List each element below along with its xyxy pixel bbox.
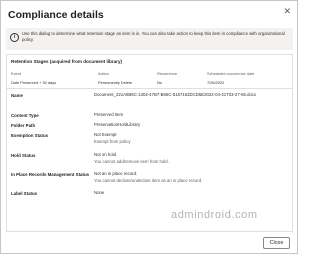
dialog-title: Compliance details bbox=[8, 9, 104, 21]
action-cell: Permanently Delete bbox=[98, 80, 133, 85]
hold-status-note: You cannot add/remove item from hold. bbox=[94, 159, 169, 164]
records-management-status-note: You cannot declare/undeclare item as an … bbox=[94, 178, 203, 183]
hold-status-label: Hold Status bbox=[11, 153, 36, 158]
column-header-action: Action bbox=[98, 71, 109, 76]
close-icon[interactable]: ✕ bbox=[283, 7, 291, 16]
column-header-scheduled-date: Scheduled occurrence date bbox=[207, 71, 255, 76]
records-management-status-value: Not an in place record. bbox=[94, 171, 138, 176]
content-type-label: Content Type bbox=[11, 113, 39, 118]
retention-stages-heading: Retention Stages (acquired from document… bbox=[11, 59, 123, 64]
scheduled-date-cell: 7/26/2022 bbox=[207, 80, 225, 85]
details-panel: Retention Stages (acquired from document… bbox=[6, 54, 293, 232]
column-header-recurrence: Recurrence bbox=[157, 71, 178, 76]
event-cell: Date Preserved + 30 days bbox=[11, 80, 57, 85]
name-value: Document_221A6B6C-1302-47B7-B65C-5167163… bbox=[94, 92, 257, 97]
exemption-status-value: Not Exempt bbox=[94, 132, 117, 137]
label-status-label: Label Status bbox=[11, 191, 38, 196]
section-divider bbox=[7, 88, 292, 89]
info-text: Use this dialog to determine what retent… bbox=[22, 31, 285, 43]
hold-status-value: Not on hold bbox=[94, 152, 116, 157]
watermark: admindroid.com bbox=[171, 209, 258, 221]
exemption-status-label: Exemption Status bbox=[11, 133, 49, 138]
compliance-details-dialog: Compliance details ✕ i Use this dialog t… bbox=[0, 0, 298, 254]
content-type-value: Preserved Item bbox=[94, 112, 124, 117]
close-button[interactable]: Close bbox=[263, 237, 290, 249]
retention-table-header: Event Action Recurrence Scheduled occurr… bbox=[11, 71, 287, 78]
folder-path-value: PreservationHoldLibrary bbox=[94, 122, 141, 127]
info-icon: i bbox=[10, 33, 19, 42]
exempt-from-policy-link[interactable]: Exempt from policy bbox=[94, 139, 284, 144]
recurrence-cell: No bbox=[157, 80, 162, 85]
name-label: Name bbox=[11, 93, 23, 98]
label-status-value: None bbox=[94, 190, 105, 195]
retention-table-row: Date Preserved + 30 days Permanently Del… bbox=[11, 80, 287, 87]
folder-path-label: Folder Path bbox=[11, 123, 36, 128]
info-bar: i Use this dialog to determine what rete… bbox=[6, 28, 293, 50]
records-management-status-label: In Place Records Management Status bbox=[11, 172, 90, 177]
column-header-event: Event bbox=[11, 71, 21, 76]
